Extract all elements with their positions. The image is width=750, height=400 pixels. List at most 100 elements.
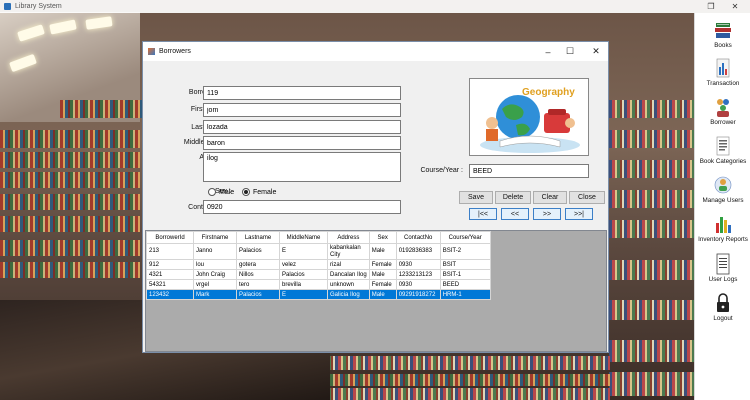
table-row[interactable]: 213 Janno Palacios E kabankalan City Mal… xyxy=(146,243,491,260)
table-cell: Palacios xyxy=(279,269,328,280)
sidebar-item-logout[interactable]: Logout xyxy=(695,292,750,322)
sidebar-item-user-logs[interactable]: User Logs xyxy=(695,253,750,283)
table-cell: BSIT-2 xyxy=(439,243,491,260)
window-icon xyxy=(148,48,155,55)
table-cell: 0930 xyxy=(395,259,441,270)
table-cell: BSIT xyxy=(439,259,491,270)
sidebar: Books Transaction Borrower Book Categori… xyxy=(694,13,750,400)
logout-icon xyxy=(713,292,733,314)
column-header[interactable]: ContactNo xyxy=(395,231,441,244)
table-cell: John Craig xyxy=(193,269,237,280)
sidebar-item-inventory-reports[interactable]: Inventory Reports xyxy=(695,213,750,243)
table-cell: kabankalan City xyxy=(327,243,370,260)
sidebar-item-borrower[interactable]: Borrower xyxy=(695,96,750,126)
last-name-input[interactable] xyxy=(203,120,401,134)
photo-text: Geography xyxy=(522,87,575,98)
table-cell: HRM-1 xyxy=(439,289,491,300)
table-cell: Palacios xyxy=(236,289,280,300)
table-cell: Mark xyxy=(193,289,237,300)
table-cell: E xyxy=(279,289,328,300)
table-row[interactable]: 912 lou gotera velez rizal Female 0930 B… xyxy=(146,259,491,270)
manage-users-icon xyxy=(713,174,733,196)
sidebar-item-manage-users[interactable]: Manage Users xyxy=(695,174,750,204)
table-cell: Palacios xyxy=(236,243,280,260)
save-button[interactable]: Save xyxy=(459,191,493,204)
address-input[interactable]: ilog xyxy=(203,152,401,182)
sex-male-radio[interactable]: Male xyxy=(208,188,234,196)
next-record-button[interactable]: >> xyxy=(533,208,561,220)
table-cell: 912 xyxy=(146,259,194,270)
table-cell: tero xyxy=(236,279,280,290)
delete-button[interactable]: Delete xyxy=(495,191,531,204)
table-cell: BEED xyxy=(439,279,491,290)
window-close-icon[interactable]: ✕ xyxy=(583,42,609,61)
first-name-input[interactable] xyxy=(203,103,401,117)
course-label: Course/Year : xyxy=(420,167,463,174)
book-categories-icon xyxy=(713,135,733,157)
middle-name-input[interactable] xyxy=(203,136,401,150)
sex-female-radio[interactable]: Female xyxy=(242,188,276,196)
last-record-button[interactable]: >>| xyxy=(565,208,593,220)
table-cell: 0930 xyxy=(395,279,441,290)
user-logs-icon xyxy=(713,253,733,275)
books-icon xyxy=(713,19,733,41)
table-cell: Male xyxy=(368,243,397,260)
column-header[interactable]: Address xyxy=(327,231,370,244)
close-icon[interactable]: ✕ xyxy=(724,0,746,13)
first-record-button[interactable]: |<< xyxy=(469,208,497,220)
inventory-reports-icon xyxy=(713,213,733,235)
window-titlebar: Borrowers – ☐ ✕ xyxy=(143,42,608,61)
clear-button[interactable]: Clear xyxy=(533,191,567,204)
column-header[interactable]: Course/Year xyxy=(439,231,491,244)
sidebar-item-transaction[interactable]: Transaction xyxy=(695,57,750,87)
borrower-id-input[interactable] xyxy=(203,86,401,100)
table-cell: Female xyxy=(368,279,397,290)
sidebar-item-book-categories[interactable]: Book Categories xyxy=(695,135,750,165)
table-cell: unknown xyxy=(327,279,370,290)
restore-icon[interactable]: ❐ xyxy=(700,0,722,13)
maximize-icon[interactable]: ☐ xyxy=(557,42,583,61)
table-cell: 213 xyxy=(146,243,194,260)
table-header-row: BorrowerId Firstname Lastname MiddleName… xyxy=(146,231,491,244)
table-cell: gotera xyxy=(236,259,280,270)
table-cell: Male xyxy=(368,289,397,300)
borrowers-table: BorrowerId Firstname Lastname MiddleName… xyxy=(146,231,491,300)
table-cell: vrgel xyxy=(193,279,237,290)
borrowers-grid[interactable]: BorrowerId Firstname Lastname MiddleName… xyxy=(145,230,607,352)
table-cell: 4321 xyxy=(146,269,194,280)
table-cell: 09291918272 xyxy=(395,289,441,300)
borrower-photo: Geography xyxy=(469,78,589,156)
window-title: Borrowers xyxy=(159,48,191,55)
table-cell: 0192836383 xyxy=(395,243,441,260)
table-cell: Galicia Ilog xyxy=(327,289,370,300)
borrower-icon xyxy=(713,96,733,118)
borrowers-window: Borrowers – ☐ ✕ Borrower Id : First Name… xyxy=(142,41,609,353)
table-cell: 123432 xyxy=(146,289,194,300)
table-cell: 54321 xyxy=(146,279,194,290)
table-cell: Nillos xyxy=(236,269,280,280)
radio-dot-selected-icon xyxy=(242,188,250,196)
table-cell: Janno xyxy=(193,243,237,260)
contact-input[interactable] xyxy=(203,200,401,214)
close-button[interactable]: Close xyxy=(569,191,605,204)
column-header[interactable]: MiddleName xyxy=(279,231,328,244)
radio-dot-icon xyxy=(208,188,216,196)
column-header[interactable]: Firstname xyxy=(193,231,237,244)
table-cell: Female xyxy=(368,259,397,270)
table-row[interactable]: 4321 John Craig Nillos Palacios Dancalan… xyxy=(146,269,491,280)
column-header[interactable]: Lastname xyxy=(236,231,280,244)
table-row[interactable]: 54321 vrgel tero brevilla unknown Female… xyxy=(146,279,491,290)
course-input[interactable] xyxy=(469,164,589,178)
table-cell: brevilla xyxy=(279,279,328,290)
sidebar-item-books[interactable]: Books xyxy=(695,19,750,49)
app-title: Library System xyxy=(15,3,62,10)
table-cell: velez xyxy=(279,259,328,270)
transaction-icon xyxy=(713,57,733,79)
column-header[interactable]: Sex xyxy=(368,231,397,244)
prev-record-button[interactable]: << xyxy=(501,208,529,220)
table-row-selected[interactable]: 123432 Mark Palacios E Galicia Ilog Male… xyxy=(146,289,491,300)
table-cell: Dancalan Ilog xyxy=(327,269,370,280)
column-header[interactable]: BorrowerId xyxy=(146,231,194,244)
table-cell: E xyxy=(279,243,328,260)
table-cell: rizal xyxy=(327,259,370,270)
